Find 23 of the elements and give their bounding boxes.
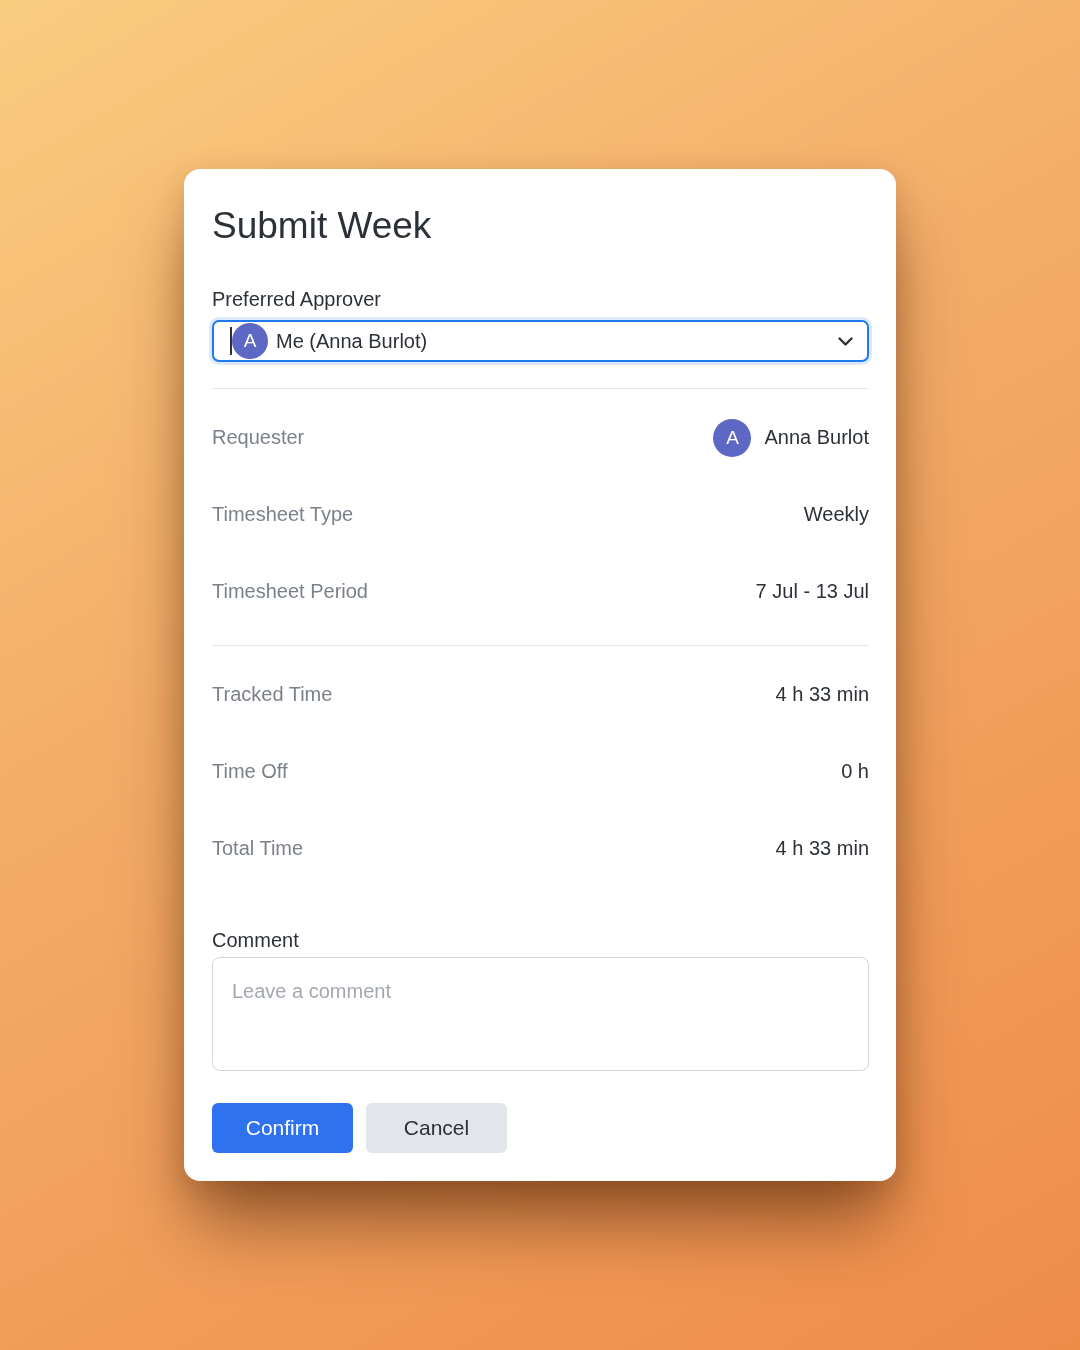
detail-label: Total Time xyxy=(212,837,304,860)
detail-value: 7 Jul - 13 Jul xyxy=(755,580,869,603)
detail-value: 4 h 33 min xyxy=(775,837,869,860)
approver-select[interactable]: A Me (Anna Burlot) xyxy=(212,320,869,362)
detail-value: 0 h xyxy=(841,760,869,783)
detail-label: Requester xyxy=(212,426,305,449)
detail-value: 4 h 33 min xyxy=(775,683,869,706)
avatar: A xyxy=(232,323,268,359)
comment-field[interactable]: Leave a comment xyxy=(212,957,869,1071)
dialog-title: Submit Week xyxy=(212,204,432,248)
detail-label: Tracked Time xyxy=(212,683,333,706)
field-label: Preferred Approver xyxy=(212,287,381,311)
detail-label: Timesheet Type xyxy=(212,503,354,526)
cancel-button[interactable]: Cancel xyxy=(366,1103,507,1153)
avatar: A xyxy=(713,418,752,457)
field-label: Comment xyxy=(212,928,299,952)
detail-value: Anna Burlot xyxy=(764,426,869,449)
text-cursor xyxy=(230,327,232,355)
detail-label: Time Off xyxy=(212,760,288,783)
chevron-down-icon xyxy=(838,336,853,346)
detail-value: Weekly xyxy=(803,503,869,526)
detail-label: Timesheet Period xyxy=(212,580,368,603)
confirm-button[interactable]: Confirm xyxy=(212,1103,353,1153)
